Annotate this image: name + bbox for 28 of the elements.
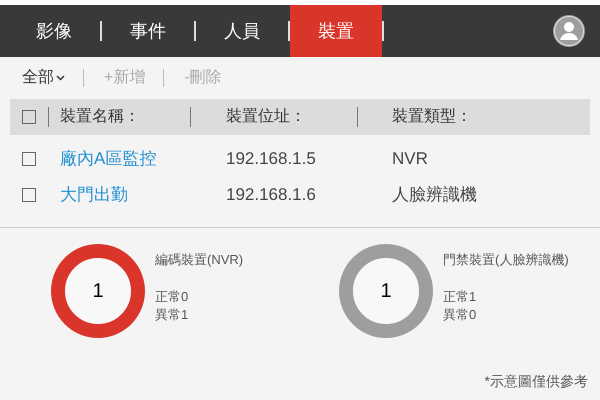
nav-tab[interactable]: 影像 xyxy=(8,5,100,57)
device-group-title: 編碼裝置(NVR) xyxy=(155,251,244,269)
table-cell: 192.168.1.6 xyxy=(226,185,316,204)
table-cell: 192.168.1.5 xyxy=(226,149,316,168)
checkbox[interactable] xyxy=(22,152,36,166)
abnormal-count: 異常1 xyxy=(155,306,190,324)
footnote: *示意圖僅供參考 xyxy=(484,372,588,391)
nav-tab[interactable]: 事件 xyxy=(102,5,194,57)
checkbox[interactable] xyxy=(22,188,36,202)
device-count: 1 xyxy=(380,279,392,304)
normal-count: 正常1 xyxy=(443,288,478,306)
column-header: 裝置類型： xyxy=(392,106,472,127)
table-cell: 人臉辨識機 xyxy=(392,185,477,204)
column-header: 裝置名稱： xyxy=(60,106,140,127)
table-cell: NVR xyxy=(392,149,428,168)
nav-tab[interactable]: 人員 xyxy=(196,5,288,57)
column-header: 裝置位址： xyxy=(226,106,306,127)
device-count: 1 xyxy=(92,279,104,304)
filter-dropdown[interactable]: 全部 xyxy=(22,66,65,90)
caret-icon xyxy=(56,75,65,81)
avatar-icon[interactable] xyxy=(553,15,585,47)
nav-tab[interactable]: 裝置 xyxy=(290,5,382,57)
device-name-link[interactable]: 大門出勤 xyxy=(60,185,128,204)
abnormal-count: 異常0 xyxy=(443,306,478,324)
device-name-link[interactable]: 廠內A區監控 xyxy=(60,149,156,168)
checkbox[interactable] xyxy=(22,110,36,124)
normal-count: 正常0 xyxy=(155,288,190,306)
device-group-title: 門禁裝置(人臉辨識機) xyxy=(443,251,569,269)
